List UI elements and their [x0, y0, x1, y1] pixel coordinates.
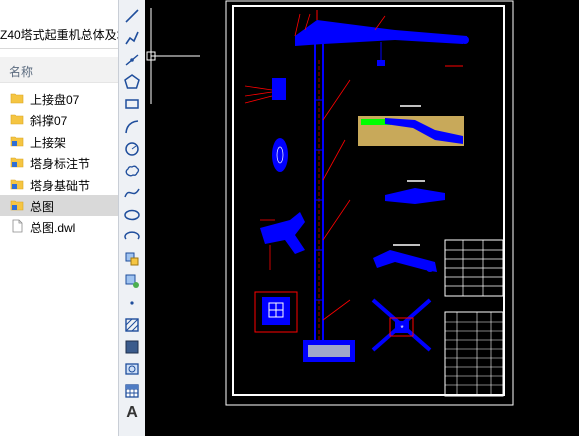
- make-block-icon: [125, 274, 139, 288]
- file-row-xiecheng07[interactable]: 斜撑07: [0, 109, 118, 130]
- hatch-tool[interactable]: [121, 315, 143, 335]
- construction-line-icon: [125, 54, 139, 66]
- detail-profile: [385, 180, 445, 204]
- detail-top-left: [244, 78, 286, 104]
- mtext-icon: A: [126, 404, 138, 421]
- folder-icon: [10, 112, 24, 126]
- drawing-sheet-outer: [225, 0, 514, 406]
- file-list: 上接盘07 斜撑07 上接架 塔身标注节 塔身基础节 总图 总图.dwl: [0, 88, 118, 238]
- file-row-zongtu-dwl[interactable]: 总图.dwl: [0, 216, 118, 237]
- folder-icon: [10, 91, 24, 105]
- region-icon: [125, 363, 139, 375]
- circle-icon: [125, 142, 139, 156]
- circle-tool[interactable]: [121, 139, 143, 159]
- dwg-folder-icon: [10, 134, 24, 148]
- parts-table-upper: [444, 239, 504, 297]
- table-tool[interactable]: [121, 381, 143, 401]
- rectangle-icon: [125, 99, 139, 109]
- path-bar[interactable]: Z40塔式起重机总体及塔: [0, 19, 118, 49]
- detail-bracket: [260, 212, 305, 270]
- section-hatch: [358, 105, 464, 146]
- line-icon: [125, 9, 139, 23]
- arc-tool[interactable]: [121, 117, 143, 137]
- insert-block-icon: [125, 252, 139, 266]
- crosshair-cursor: [146, 8, 200, 104]
- detail-cross-frame: *: [371, 298, 432, 352]
- mtext-tool[interactable]: A: [121, 403, 143, 423]
- column-header-label: 名称: [9, 65, 34, 79]
- dwg-folder-icon: [10, 155, 24, 169]
- ellipse-tool[interactable]: [121, 205, 143, 225]
- dwg-folder-icon: [10, 198, 24, 212]
- leader-lines: [294, 13, 386, 321]
- drawing-canvas[interactable]: *: [145, 0, 579, 436]
- detail-base-plate: [254, 291, 298, 333]
- cad-drawing: *: [146, 0, 514, 406]
- point-icon: [130, 301, 134, 305]
- make-block-tool[interactable]: [121, 271, 143, 291]
- column-header-name[interactable]: 名称: [0, 57, 118, 83]
- polyline-tool[interactable]: [121, 28, 143, 48]
- drawing-sheet-inner: [232, 5, 505, 396]
- revision-cloud-tool[interactable]: [121, 161, 143, 181]
- path-text: Z40塔式起重机总体及塔: [0, 28, 118, 42]
- gradient-tool[interactable]: [121, 337, 143, 357]
- file-row-tashen-jichujie[interactable]: 塔身基础节: [0, 174, 118, 195]
- file-row-label: 塔身标注节: [30, 157, 91, 172]
- file-row-shangjiepan07[interactable]: 上接盘07: [0, 88, 118, 109]
- spline-icon: [124, 188, 140, 198]
- dwg-folder-icon: [10, 177, 24, 191]
- arc-icon: [125, 120, 139, 134]
- file-row-label: 塔身基础节: [30, 178, 91, 193]
- polyline-icon: [125, 31, 139, 45]
- construction-line-tool[interactable]: [121, 50, 143, 70]
- rectangle-tool[interactable]: [121, 94, 143, 114]
- file-icon: [10, 219, 24, 233]
- file-row-label: 上接架: [30, 135, 67, 150]
- detail-oval: [272, 138, 288, 172]
- detail-arm: [373, 244, 437, 272]
- foundation-block: [303, 340, 355, 362]
- polygon-tool[interactable]: [121, 72, 143, 92]
- crane-jib: [295, 10, 469, 67]
- hatch-icon: [125, 318, 139, 332]
- gradient-icon: [125, 340, 139, 354]
- draw-toolbar: A: [118, 0, 146, 436]
- file-row-tashen-biaozhujie[interactable]: 塔身标注节: [0, 152, 118, 173]
- ellipse-arc-icon: [124, 231, 140, 240]
- line-tool[interactable]: [121, 6, 143, 26]
- file-explorer-pane: Z40塔式起重机总体及塔 名称 上接盘07 斜撑07 上接架 塔身标注节 塔身基…: [0, 0, 118, 436]
- point-tool[interactable]: [121, 293, 143, 313]
- revision-cloud-icon: [125, 165, 140, 177]
- region-tool[interactable]: [121, 359, 143, 379]
- ellipse-icon: [124, 209, 140, 221]
- parts-table-lower: [444, 311, 504, 397]
- spline-tool[interactable]: [121, 183, 143, 203]
- file-row-shangjiejia[interactable]: 上接架: [0, 131, 118, 152]
- file-row-label: 上接盘07: [30, 93, 80, 107]
- file-row-label: 斜撑07: [30, 114, 68, 129]
- table-icon: [125, 384, 139, 398]
- file-row-zongtu[interactable]: 总图: [0, 194, 118, 217]
- tower-mast: [314, 29, 324, 349]
- file-row-label: 总图: [30, 199, 55, 214]
- svg-text:*: *: [400, 324, 403, 333]
- file-row-label: 总图.dwl: [30, 221, 76, 236]
- ellipse-arc-tool[interactable]: [121, 227, 143, 247]
- polygon-icon: [124, 74, 140, 89]
- insert-block-tool[interactable]: [121, 249, 143, 269]
